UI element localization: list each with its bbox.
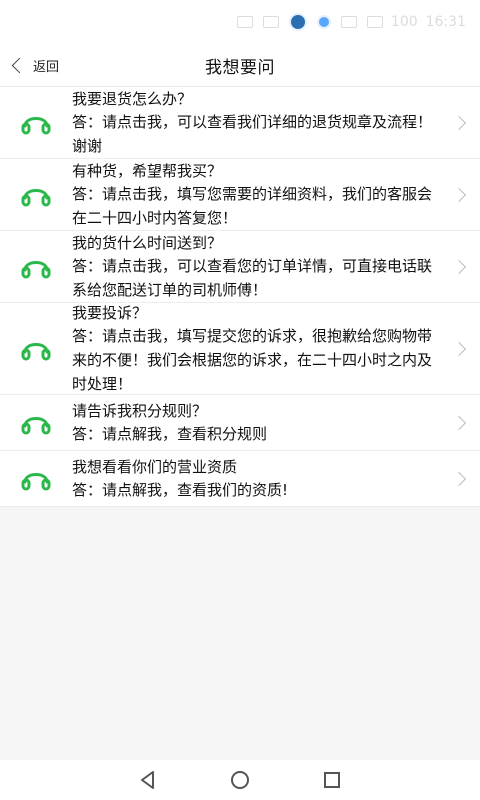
nfc-icon xyxy=(340,16,357,28)
headset-icon-wrap xyxy=(0,462,72,496)
status-battery: 100 xyxy=(390,14,418,30)
faq-item[interactable]: 我要退货怎么办？ 答：请点击我，可以查看我们详细的退货规章及流程！谢谢 xyxy=(0,87,480,159)
signal-icon xyxy=(236,16,253,28)
status-icons xyxy=(236,13,383,31)
page-title: 我想要问 xyxy=(205,57,275,78)
faq-content: 我要退货怎么办？ 答：请点击我，可以查看我们详细的退货规章及流程！谢谢 xyxy=(72,88,450,158)
header: 返回 我想要问 xyxy=(0,44,480,86)
chevron-right-icon xyxy=(451,259,467,274)
back-button[interactable]: 返回 xyxy=(11,44,60,86)
faq-answer: 答：请点击我，可以查看您的订单详情，可直接电话联系给您配送订单的司机师傅！ xyxy=(72,256,433,299)
headset-icon-wrap xyxy=(0,250,72,284)
headset-icon xyxy=(21,260,51,278)
faq-answer: 答：请点解我，查看积分规则 xyxy=(72,424,268,443)
chevron-right-icon xyxy=(451,341,467,356)
system-nav-bar xyxy=(0,760,480,800)
faq-question: 我要投诉？ xyxy=(72,303,148,322)
headset-icon-wrap xyxy=(0,332,72,366)
headset-icon xyxy=(21,342,51,360)
faq-content: 我想看看你们的营业资质 答：请点解我，查看我们的资质! xyxy=(72,456,450,502)
faq-question: 我的货什么时间送到？ xyxy=(72,233,223,252)
faq-content: 我要投诉？ 答：请点击我，填写提交您的诉求，很抱歉给您购物带来的不便！我们会根据… xyxy=(72,302,450,396)
faq-question: 有种货，希望帮我买？ xyxy=(72,161,223,180)
back-label: 返回 xyxy=(33,59,60,75)
faq-content: 有种货，希望帮我买？ 答：请点击我，填写您需要的详细资料，我们的客服会在二十四小… xyxy=(72,160,450,230)
battery-icon xyxy=(366,16,383,28)
faq-answer: 答：请点击我，填写提交您的诉求，很抱歉给您购物带来的不便！我们会根据您的诉求，在… xyxy=(72,326,433,393)
app-notification-icon xyxy=(316,15,331,29)
faq-content: 我的货什么时间送到？ 答：请点击我，可以查看您的订单详情，可直接电话联系给您配送… xyxy=(72,232,450,302)
headset-icon xyxy=(21,116,51,134)
headset-icon xyxy=(21,416,51,434)
faq-item[interactable]: 我的货什么时间送到？ 答：请点击我，可以查看您的订单详情，可直接电话联系给您配送… xyxy=(0,231,480,303)
chevron-left-icon xyxy=(11,57,28,73)
faq-item[interactable]: 我想看看你们的营业资质 答：请点解我，查看我们的资质! xyxy=(0,451,480,507)
status-bar: 100 16:31 xyxy=(0,0,480,44)
chevron-right-icon xyxy=(451,187,467,202)
headset-icon-wrap xyxy=(0,178,72,212)
wifi-icon xyxy=(262,16,279,28)
chevron-right-icon xyxy=(451,115,467,130)
back-triangle-icon[interactable] xyxy=(137,769,159,791)
faq-answer: 答：请点击我，填写您需要的详细资料，我们的客服会在二十四小时内答复您！ xyxy=(72,184,433,227)
faq-question: 请告诉我积分规则？ xyxy=(72,401,208,420)
headset-icon-wrap xyxy=(0,106,72,140)
faq-item[interactable]: 请告诉我积分规则？ 答：请点解我，查看积分规则 xyxy=(0,395,480,451)
faq-item[interactable]: 有种货，希望帮我买？ 答：请点击我，填写您需要的详细资料，我们的客服会在二十四小… xyxy=(0,159,480,231)
app-notification-icon xyxy=(288,13,307,31)
chevron-right-icon xyxy=(451,415,467,430)
faq-answer: 答：请点击我，可以查看我们详细的退货规章及流程！谢谢 xyxy=(72,112,433,155)
headset-icon-wrap xyxy=(0,406,72,440)
headset-icon xyxy=(21,188,51,206)
headset-icon xyxy=(21,472,51,490)
faq-question: 我要退货怎么办？ xyxy=(72,89,193,108)
chevron-right-icon xyxy=(451,471,467,486)
recent-apps-square-icon[interactable] xyxy=(321,769,343,791)
faq-item[interactable]: 我要投诉？ 答：请点击我，填写提交您的诉求，很抱歉给您购物带来的不便！我们会根据… xyxy=(0,303,480,395)
faq-list: 我要退货怎么办？ 答：请点击我，可以查看我们详细的退货规章及流程！谢谢 有种货，… xyxy=(0,86,480,507)
home-circle-icon[interactable] xyxy=(229,769,251,791)
faq-content: 请告诉我积分规则？ 答：请点解我，查看积分规则 xyxy=(72,400,450,446)
status-time: 16:31 xyxy=(425,14,466,30)
faq-answer: 答：请点解我，查看我们的资质! xyxy=(72,480,289,499)
faq-question: 我想看看你们的营业资质 xyxy=(72,457,238,476)
